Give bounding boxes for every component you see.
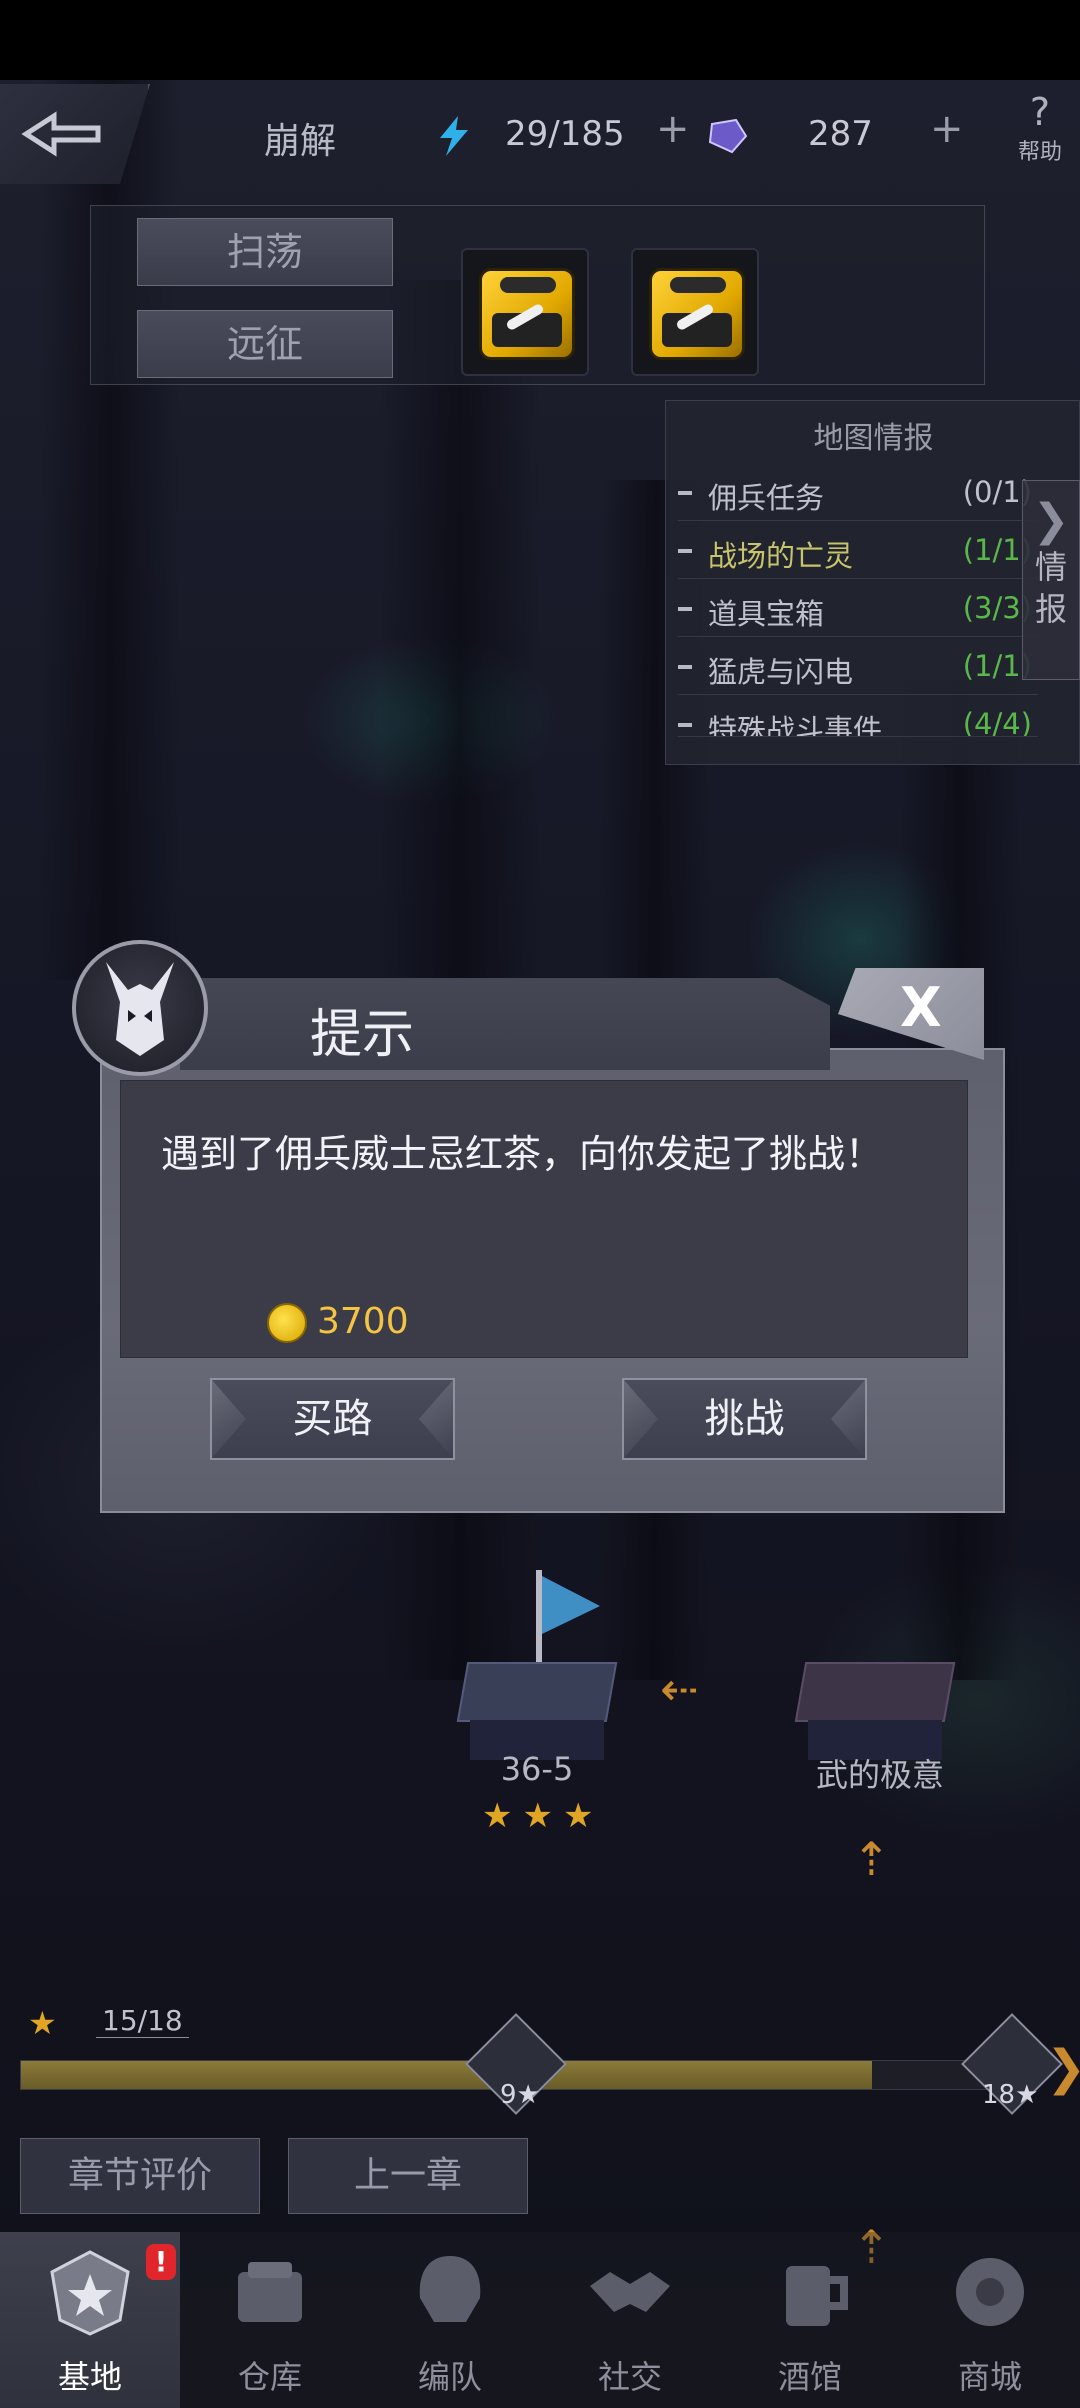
map-info-item-name: 佣兵任务 (708, 481, 825, 515)
challenge-button[interactable]: 挑战 (622, 1378, 867, 1460)
info-tab-label: 报 (1034, 590, 1067, 628)
help-label: 帮助 (1017, 140, 1062, 165)
map-info-item[interactable]: 猛虎与闪电 (1/1) (678, 639, 1038, 695)
nav-label: 商城 (957, 2358, 1022, 2396)
message-box: 遇到了佣兵威士忌红茶，向你发起了挑战！ 3700 (120, 1080, 968, 1358)
add-energy-button[interactable]: + (656, 106, 690, 152)
map-info-item-name: 特殊战斗事件 (708, 713, 883, 737)
path-arrow-left-icon: ⇠ (660, 1662, 699, 1716)
nav-label: 基地 (57, 2358, 122, 2396)
milestone-label: 18★ (982, 2080, 1039, 2110)
close-icon: X (900, 976, 942, 1039)
back-button[interactable] (0, 84, 150, 184)
map-info-panel: 地图情报 佣兵任务 (0/1) 战场的亡灵 (1/1) 道具宝箱 (3/3) 猛… (665, 400, 1080, 765)
warehouse-icon (238, 2262, 302, 2322)
dialog-header: 提示 (180, 978, 830, 1070)
map-info-item[interactable]: 道具宝箱 (3/3) (678, 581, 1038, 637)
energy-count: 29/185 (505, 114, 625, 154)
system-status-bar (0, 0, 1080, 80)
dialog-message: 遇到了佣兵威士忌红茶，向你发起了挑战！ (161, 1132, 884, 1176)
buy-path-button[interactable]: 买路 (210, 1378, 455, 1460)
dialog-title: 提示 (310, 1005, 415, 1065)
handshake-icon (590, 2272, 670, 2312)
chapter-rating-button[interactable]: 章节评价 (20, 2138, 260, 2214)
challenge-dialog: 遇到了佣兵威士忌红茶，向你发起了挑战！ 3700 买路 挑战 提示 X (72, 940, 1005, 1546)
nav-label: 仓库 (237, 2358, 302, 2396)
stage-node-label: 36-5 (500, 1750, 574, 1788)
map-info-item-progress: (4/4) (962, 707, 1032, 737)
path-arrow-up-icon: ⇡ (852, 1832, 891, 1886)
map-info-item[interactable]: 战场的亡灵 (1/1) (678, 523, 1038, 579)
milestone-label: 9★ (500, 2080, 540, 2110)
help-icon: ? (1029, 90, 1051, 134)
stage-node-current[interactable] (456, 1662, 618, 1762)
notification-badge: ! (146, 2244, 176, 2280)
base-icon (50, 2250, 130, 2336)
nav-social[interactable]: 社交 (540, 2232, 720, 2408)
faction-emblem-icon (72, 940, 208, 1076)
bone-crate-icon[interactable] (461, 248, 589, 376)
map-info-item[interactable]: 特殊战斗事件 (4/4) (678, 697, 1038, 737)
chapter-progress-fill (21, 2061, 872, 2089)
nav-base[interactable]: ! 基地 (0, 2232, 180, 2408)
stage-stars: ★★★ (482, 1796, 604, 1836)
sweep-button[interactable]: 扫荡 (137, 218, 393, 286)
map-info-item-name: 猛虎与闪电 (708, 655, 854, 689)
tavern-icon (786, 2266, 848, 2326)
stage-node-next[interactable] (794, 1662, 956, 1762)
nav-label: 编队 (417, 2358, 482, 2396)
nav-label: 社交 (597, 2358, 662, 2396)
map-info-item-name: 战场的亡灵 (708, 539, 854, 573)
nav-shop[interactable]: 商城 (900, 2232, 1080, 2408)
info-tab-label: 情 (1034, 548, 1067, 586)
nav-tavern[interactable]: 酒馆 (720, 2232, 900, 2408)
shop-icon (956, 2258, 1024, 2326)
toll-cost: 3700 (317, 1301, 409, 1342)
dialog-body: 遇到了佣兵威士忌红茶，向你发起了挑战！ 3700 买路 挑战 (100, 1048, 1005, 1513)
map-info-item-name: 道具宝箱 (708, 597, 825, 631)
nav-squad[interactable]: 编队 (360, 2232, 540, 2408)
top-resource-bar: 崩解 29/185 + 287 + ? 帮助 (0, 84, 1080, 194)
sweep-panel: 扫荡 远征 (90, 205, 985, 385)
energy-icon (440, 116, 468, 156)
nav-warehouse[interactable]: 仓库 (180, 2232, 360, 2408)
map-info-title: 地图情报 (813, 421, 934, 456)
help-button[interactable]: ? 帮助 (1000, 84, 1080, 184)
squad-icon (419, 2256, 481, 2322)
chevron-right-icon: ❯ (1032, 495, 1070, 546)
chapter-star-count: 15/18 (96, 2004, 189, 2038)
star-icon: ★ (28, 2004, 57, 2042)
expedition-button[interactable]: 远征 (137, 310, 393, 378)
bone-crate-icon[interactable] (631, 248, 759, 376)
coin-icon (267, 1303, 307, 1343)
map-info-item[interactable]: 佣兵任务 (0/1) (678, 465, 1038, 521)
level-name: 崩解 (263, 121, 336, 162)
back-arrow-icon (21, 111, 101, 157)
nav-label: 酒馆 (777, 2358, 842, 2396)
bottom-navigation: ! 基地 仓库 编队 社交 酒馆 商城 (0, 2232, 1080, 2408)
gem-icon (708, 118, 748, 154)
add-gem-button[interactable]: + (930, 106, 964, 152)
close-button[interactable]: X (838, 968, 984, 1060)
stage-node-label: 武的极意 (815, 1756, 944, 1794)
previous-chapter-button[interactable]: 上一章 (288, 2138, 528, 2214)
map-info-toggle-tab[interactable]: ❯ 情 报 (1022, 480, 1080, 680)
chevron-right-icon: ❯ (1046, 2040, 1080, 2096)
gem-count: 287 (808, 114, 873, 154)
